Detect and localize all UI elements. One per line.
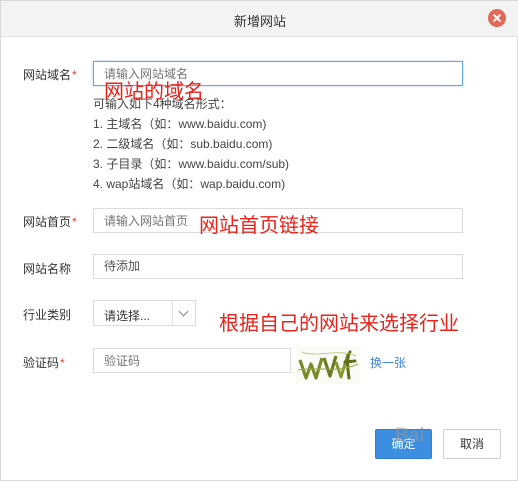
site-name-input[interactable]: 待添加 xyxy=(93,254,463,279)
refresh-captcha-link[interactable]: 换一张 xyxy=(370,354,406,371)
domain-hint-item: 3. 子目录（如：www.baidu.com/sub) xyxy=(93,157,290,171)
homepage-label: 网站首页* xyxy=(23,215,77,229)
domain-hint-item: 2. 二级域名（如：sub.baidu.com) xyxy=(93,137,273,151)
domain-hint-item: 4. wap站域名（如：wap.baidu.com) xyxy=(93,177,286,191)
dialog-title: 新增网站 xyxy=(233,14,286,29)
industry-selected-value: 请选择... xyxy=(104,309,151,323)
captcha-image[interactable] xyxy=(296,346,360,384)
required-mark: * xyxy=(72,68,77,82)
required-mark: * xyxy=(72,215,77,229)
chevron-down-icon xyxy=(178,306,189,317)
dialog-titlebar: 新增网站 xyxy=(1,1,518,37)
required-mark: * xyxy=(60,356,65,370)
site-name-label: 网站名称 xyxy=(23,262,72,276)
captcha-label: 验证码* xyxy=(23,356,65,370)
industry-select[interactable]: 请选择... xyxy=(93,300,196,326)
annotation-homepage: 网站首页链接 xyxy=(199,213,319,237)
domain-label: 网站域名* xyxy=(23,68,77,82)
close-icon[interactable] xyxy=(488,9,506,27)
domain-hint-item: 1. 主域名（如：www.baidu.com) xyxy=(93,117,267,131)
annotation-industry: 根据自己的网站来选择行业 xyxy=(219,311,459,335)
add-website-dialog: 新增网站 网站域名* 可输入如下4种域名形式： 1. 主域名（如：www.bai… xyxy=(0,0,518,481)
select-divider xyxy=(172,301,173,325)
industry-label: 行业类别 xyxy=(23,308,72,322)
cancel-button[interactable]: 取消 xyxy=(443,429,501,459)
annotation-domain: 网站的域名 xyxy=(104,79,204,103)
confirm-button[interactable]: 确定 xyxy=(375,429,432,459)
captcha-input[interactable] xyxy=(93,348,291,373)
